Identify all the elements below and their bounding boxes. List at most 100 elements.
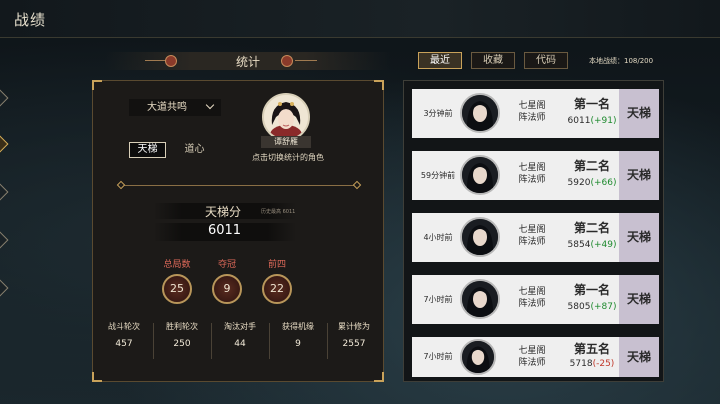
chevron-down-icon — [205, 100, 215, 110]
character-avatar — [460, 155, 500, 195]
tab-recent[interactable]: 最近 — [418, 52, 462, 69]
record-sect: 七星阁 — [518, 101, 546, 111]
ornament-icon — [281, 55, 293, 67]
record-card[interactable]: 7小时前 七星阁 阵法师 第五名 5718(-25) 天梯 — [412, 337, 659, 377]
medal-value: 9 — [212, 274, 242, 304]
nav-diamond-icon[interactable] — [0, 279, 9, 297]
record-sect-role: 七星阁 阵法师 — [512, 224, 552, 248]
record-time: 3分钟前 — [423, 109, 453, 118]
character-portrait-icon — [462, 219, 498, 255]
record-sect: 七星阁 — [518, 287, 546, 297]
stat-value: 2557 — [342, 339, 366, 349]
record-card[interactable]: 3分钟前 七星阁 阵法师 第一名 6011(+91) 天梯 — [412, 89, 659, 138]
page-title: 战绩 — [14, 11, 47, 29]
medal-value: 25 — [162, 274, 192, 304]
stat-win-rounds: 胜利轮次 250 — [153, 321, 211, 349]
record-score: 5805(+87) — [562, 302, 622, 312]
character-portrait-icon — [462, 95, 498, 131]
record-score-value: 5718 — [569, 359, 593, 369]
record-role: 阵法师 — [518, 299, 546, 309]
record-role: 阵法师 — [518, 113, 546, 123]
medal-label: 前四 — [267, 260, 286, 270]
record-sect: 七星阁 — [518, 225, 546, 235]
record-sect: 七星阁 — [518, 346, 546, 356]
record-rank: 第二名 — [573, 159, 610, 173]
record-mode: 天梯 — [619, 275, 659, 324]
record-sect: 七星阁 — [518, 163, 546, 173]
character-avatar — [460, 339, 496, 375]
ladder-score: 天梯分 历史最高 6011 6011 — [153, 201, 296, 241]
record-time: 7小时前 — [423, 352, 453, 361]
ornament-line — [295, 60, 317, 61]
corner-ornament — [374, 80, 384, 90]
record-score-value: 6011 — [567, 116, 591, 126]
stat-label: 获得机缘 — [282, 322, 314, 331]
record-score-value: 5920 — [567, 178, 591, 188]
record-score-delta: (+66) — [590, 178, 617, 188]
divider-ornament — [352, 180, 362, 190]
record-time: 4小时前 — [423, 233, 453, 242]
stats-panel: 大道共鸣 谭舒雁 点击切换统计的角色 天梯 道心 天梯分 历史最高 6011 6… — [92, 80, 384, 382]
avatar-hint: 点击切换统计的角色 — [252, 153, 324, 162]
divider — [116, 180, 362, 190]
record-mode: 天梯 — [619, 213, 659, 262]
record-role: 阵法师 — [518, 175, 546, 185]
medal-value: 22 — [262, 274, 292, 304]
stats-header: 统计 — [105, 52, 391, 70]
character-avatar — [460, 279, 500, 319]
tab-daoxin[interactable]: 道心 — [176, 142, 213, 158]
record-score: 6011(+91) — [562, 116, 622, 126]
medal-label: 总局数 — [163, 260, 191, 270]
top-bar: 战绩 — [0, 0, 720, 38]
record-score-delta: (+87) — [590, 302, 617, 312]
record-sect-role: 七星阁 阵法师 — [512, 100, 552, 124]
divider-ornament — [116, 180, 126, 190]
record-card[interactable]: 7小时前 七星阁 阵法师 第一名 5805(+87) 天梯 — [412, 275, 659, 324]
medal-top-four: 前四 22 — [257, 257, 297, 304]
tab-code[interactable]: 代码 — [524, 52, 568, 69]
tab-ladder[interactable]: 天梯 — [129, 142, 166, 158]
stat-cultivation: 累计修为 2557 — [325, 321, 383, 349]
record-rank: 第一名 — [573, 283, 610, 297]
stat-opportunities: 获得机缘 9 — [269, 321, 327, 349]
corner-ornament — [92, 80, 102, 90]
nav-diamond-icon[interactable] — [0, 183, 9, 201]
record-mode: 天梯 — [619, 89, 659, 138]
record-role: 阵法师 — [518, 358, 546, 368]
record-rank: 第一名 — [573, 97, 610, 111]
record-mode: 天梯 — [619, 337, 659, 377]
record-score: 5854(+49) — [562, 240, 622, 250]
record-sect-role: 七星阁 阵法师 — [512, 345, 552, 369]
stat-label: 累计修为 — [338, 322, 370, 331]
stat-value: 457 — [115, 339, 133, 349]
record-rank: 第二名 — [573, 221, 610, 235]
stat-eliminations: 淘汰对手 44 — [211, 321, 269, 349]
stat-value: 9 — [295, 339, 301, 349]
character-avatar — [460, 217, 500, 257]
record-score-value: 5805 — [567, 302, 591, 312]
character-name: 谭舒雁 — [261, 136, 311, 148]
corner-ornament — [92, 372, 102, 382]
record-time: 59分钟前 — [420, 171, 456, 180]
record-card[interactable]: 59分钟前 七星阁 阵法师 第二名 5920(+66) 天梯 — [412, 151, 659, 200]
character-portrait-icon — [264, 95, 308, 139]
mode-dropdown[interactable]: 大道共鸣 — [129, 99, 221, 116]
stat-value: 250 — [173, 339, 191, 349]
nav-diamond-icon[interactable] — [0, 89, 9, 107]
record-score-delta: (-25) — [592, 359, 615, 369]
nav-diamond-icon[interactable] — [0, 231, 9, 249]
nav-diamond-icon[interactable] — [0, 135, 9, 153]
stat-label: 淘汰对手 — [224, 322, 256, 331]
corner-ornament — [374, 372, 384, 382]
records-panel: 3分钟前 七星阁 阵法师 第一名 6011(+91) 天梯 59分钟前 七星阁 … — [403, 80, 664, 382]
medal-label: 夺冠 — [217, 260, 236, 270]
stats-title: 统计 — [235, 55, 260, 69]
character-portrait-icon — [462, 157, 498, 193]
record-mode: 天梯 — [619, 151, 659, 200]
record-card[interactable]: 4小时前 七星阁 阵法师 第二名 5854(+49) 天梯 — [412, 213, 659, 262]
tab-favorites[interactable]: 收藏 — [471, 52, 515, 69]
character-avatar[interactable] — [262, 93, 310, 141]
character-portrait-icon — [462, 281, 498, 317]
record-score: 5718(-25) — [562, 359, 622, 369]
character-avatar — [460, 93, 500, 133]
